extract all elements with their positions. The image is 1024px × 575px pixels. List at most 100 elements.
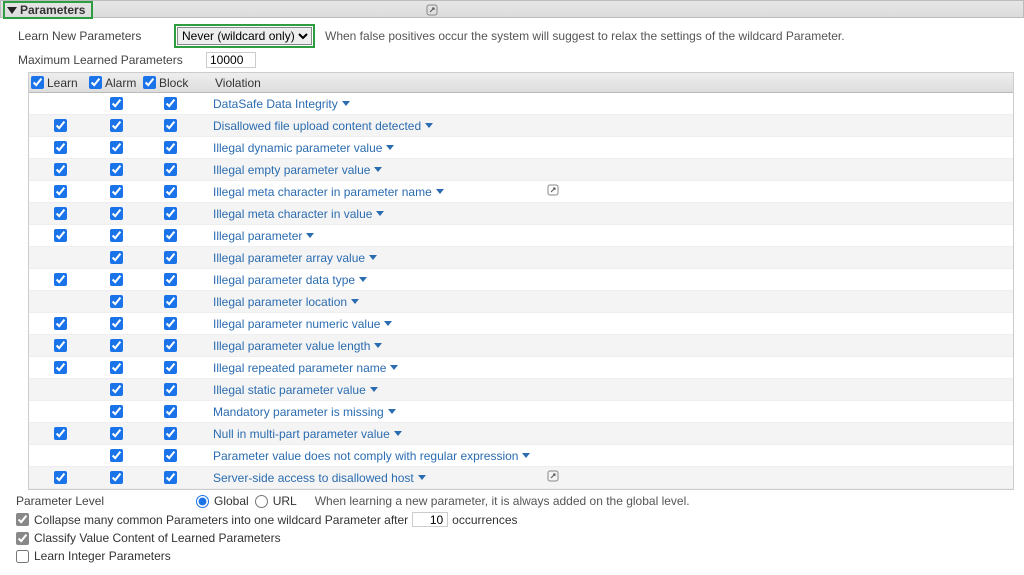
row-block-checkbox[interactable] [164, 163, 177, 176]
header-learn-checkbox[interactable] [31, 76, 44, 89]
row-alarm-checkbox[interactable] [110, 229, 123, 242]
violation-link[interactable]: Illegal parameter value length [213, 339, 382, 353]
violation-link[interactable]: Illegal repeated parameter name [213, 361, 398, 375]
header-block-checkbox[interactable] [143, 76, 156, 89]
violation-link[interactable]: Illegal meta character in parameter name [213, 185, 444, 199]
violation-link[interactable]: Illegal parameter [213, 229, 314, 243]
row-alarm-checkbox[interactable] [110, 405, 123, 418]
header-alarm-checkbox[interactable] [89, 76, 102, 89]
dropdown-caret-icon [370, 387, 378, 392]
violation-label: Illegal parameter data type [213, 273, 355, 287]
dropdown-caret-icon [390, 365, 398, 370]
row-block-checkbox[interactable] [164, 405, 177, 418]
row-learn-checkbox[interactable] [54, 427, 67, 440]
violation-link[interactable]: Mandatory parameter is missing [213, 405, 396, 419]
row-block-checkbox[interactable] [164, 207, 177, 220]
violation-link[interactable]: Server-side access to disallowed host [213, 471, 426, 485]
row-learn-checkbox[interactable] [54, 119, 67, 132]
row-alarm-checkbox[interactable] [110, 361, 123, 374]
violation-link[interactable]: Null in multi-part parameter value [213, 427, 402, 441]
row-alarm-checkbox[interactable] [110, 449, 123, 462]
row-block-checkbox[interactable] [164, 119, 177, 132]
section-title-box[interactable]: Parameters [3, 1, 93, 19]
dropdown-caret-icon [436, 189, 444, 194]
popout-icon[interactable] [547, 470, 559, 485]
table-row: Disallowed file upload content detected [29, 115, 1013, 137]
learn-integer-checkbox[interactable] [16, 550, 29, 563]
popout-icon[interactable] [426, 4, 438, 16]
row-learn-checkbox[interactable] [54, 207, 67, 220]
violation-label: Illegal static parameter value [213, 383, 366, 397]
row-block-checkbox[interactable] [164, 295, 177, 308]
row-block-checkbox[interactable] [164, 449, 177, 462]
violation-link[interactable]: Illegal dynamic parameter value [213, 141, 394, 155]
row-block-checkbox[interactable] [164, 383, 177, 396]
row-block-checkbox[interactable] [164, 427, 177, 440]
violation-label: Illegal dynamic parameter value [213, 141, 382, 155]
row-alarm-checkbox[interactable] [110, 427, 123, 440]
dropdown-caret-icon [522, 453, 530, 458]
row-alarm-checkbox[interactable] [110, 339, 123, 352]
row-learn-checkbox[interactable] [54, 361, 67, 374]
row-learn-checkbox[interactable] [54, 163, 67, 176]
row-block-checkbox[interactable] [164, 229, 177, 242]
global-radio[interactable] [196, 495, 209, 508]
table-row: Illegal parameter data type [29, 269, 1013, 291]
violation-link[interactable]: Illegal parameter data type [213, 273, 367, 287]
row-alarm-checkbox[interactable] [110, 207, 123, 220]
row-block-checkbox[interactable] [164, 339, 177, 352]
classify-checkbox[interactable] [16, 532, 29, 545]
violation-label: DataSafe Data Integrity [213, 97, 338, 111]
row-learn-checkbox[interactable] [54, 229, 67, 242]
table-row: Illegal meta character in parameter name [29, 181, 1013, 203]
row-alarm-checkbox[interactable] [110, 163, 123, 176]
learn-new-select[interactable]: Never (wildcard only) [177, 27, 312, 45]
row-learn-checkbox[interactable] [54, 317, 67, 330]
violation-label: Illegal parameter value length [213, 339, 370, 353]
row-alarm-checkbox[interactable] [110, 97, 123, 110]
row-block-checkbox[interactable] [164, 361, 177, 374]
violation-link[interactable]: Illegal parameter array value [213, 251, 377, 265]
dropdown-caret-icon [306, 233, 314, 238]
popout-icon[interactable] [547, 184, 559, 199]
row-learn-checkbox[interactable] [54, 339, 67, 352]
violation-link[interactable]: Illegal parameter numeric value [213, 317, 392, 331]
violation-link[interactable]: Illegal meta character in value [213, 207, 384, 221]
violation-link[interactable]: DataSafe Data Integrity [213, 97, 350, 111]
row-alarm-checkbox[interactable] [110, 295, 123, 308]
row-alarm-checkbox[interactable] [110, 141, 123, 154]
row-learn-checkbox[interactable] [54, 471, 67, 484]
collapse-label-a: Collapse many common Parameters into one… [34, 513, 408, 527]
row-block-checkbox[interactable] [164, 141, 177, 154]
row-alarm-checkbox[interactable] [110, 317, 123, 330]
violation-link[interactable]: Illegal static parameter value [213, 383, 378, 397]
collapse-occurrences-input[interactable] [412, 512, 448, 527]
row-block-checkbox[interactable] [164, 251, 177, 264]
violation-link[interactable]: Disallowed file upload content detected [213, 119, 433, 133]
row-alarm-checkbox[interactable] [110, 185, 123, 198]
header-alarm-label: Alarm [105, 76, 136, 90]
learn-integer-label: Learn Integer Parameters [34, 549, 171, 563]
violation-link[interactable]: Parameter value does not comply with reg… [213, 449, 530, 463]
row-alarm-checkbox[interactable] [110, 251, 123, 264]
collapse-caret-icon [7, 7, 17, 14]
row-block-checkbox[interactable] [164, 97, 177, 110]
row-block-checkbox[interactable] [164, 317, 177, 330]
row-alarm-checkbox[interactable] [110, 383, 123, 396]
violation-link[interactable]: Illegal empty parameter value [213, 163, 382, 177]
row-alarm-checkbox[interactable] [110, 273, 123, 286]
collapse-checkbox[interactable] [16, 513, 29, 526]
row-learn-checkbox[interactable] [54, 141, 67, 154]
max-learned-input[interactable] [206, 52, 256, 68]
row-block-checkbox[interactable] [164, 471, 177, 484]
violation-link[interactable]: Illegal parameter location [213, 295, 359, 309]
section-header[interactable]: Parameters [0, 0, 1024, 18]
row-alarm-checkbox[interactable] [110, 471, 123, 484]
row-alarm-checkbox[interactable] [110, 119, 123, 132]
row-block-checkbox[interactable] [164, 185, 177, 198]
url-radio[interactable] [255, 495, 268, 508]
collapse-label-b: occurrences [452, 513, 517, 527]
row-learn-checkbox[interactable] [54, 185, 67, 198]
row-block-checkbox[interactable] [164, 273, 177, 286]
row-learn-checkbox[interactable] [54, 273, 67, 286]
